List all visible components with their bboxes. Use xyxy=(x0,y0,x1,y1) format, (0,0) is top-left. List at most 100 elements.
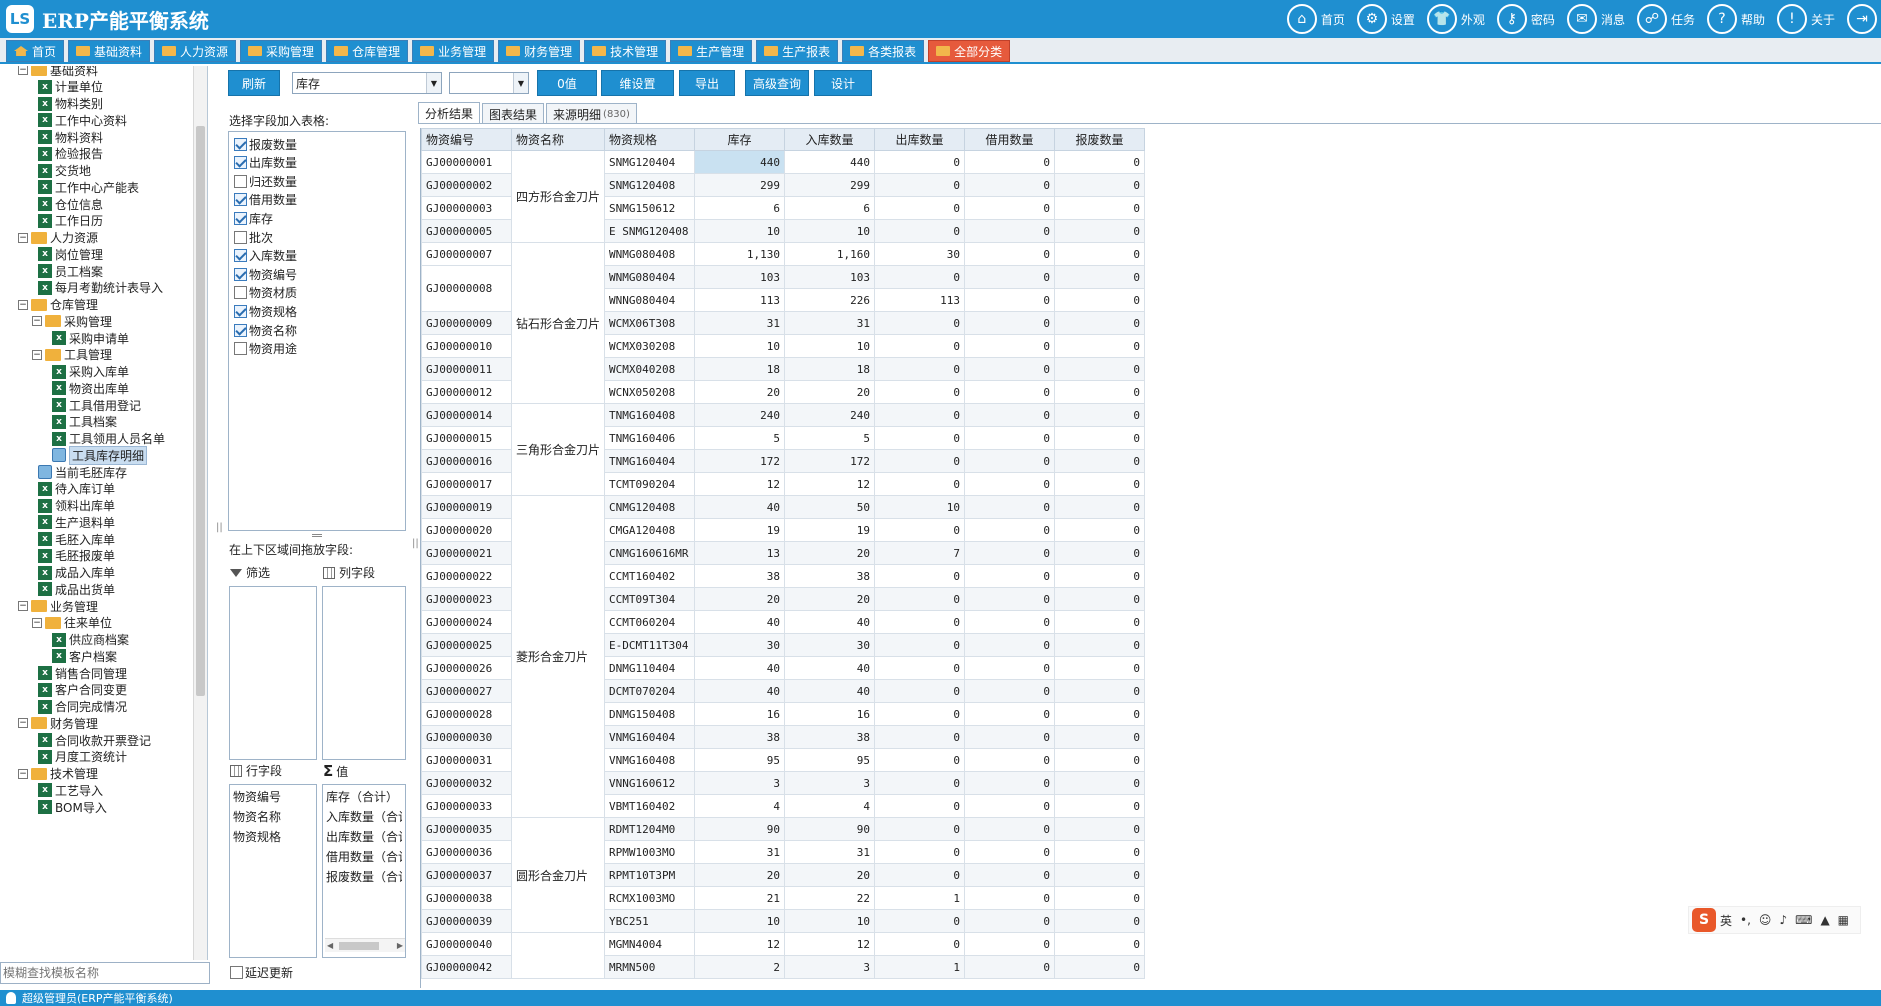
row-field-chip[interactable]: 物资名称 xyxy=(233,807,313,827)
scroll-right-icon[interactable]: ▶ xyxy=(397,939,403,953)
nav-home[interactable]: ⌂ 首页 xyxy=(1286,4,1345,34)
row-field-chip[interactable]: 物资规格 xyxy=(233,827,313,847)
collapse-toggle-icon[interactable]: − xyxy=(32,617,42,628)
nav-gear[interactable]: ⚙ 设置 xyxy=(1356,4,1415,34)
column-header[interactable]: 物资规格 xyxy=(604,128,696,151)
field-item[interactable]: 入库数量 xyxy=(234,246,297,266)
tree-scrollbar[interactable] xyxy=(193,66,207,960)
field-checkbox[interactable] xyxy=(234,267,247,281)
splitter-grip[interactable]: || xyxy=(412,538,419,549)
field-item[interactable]: 借用数量 xyxy=(234,190,297,210)
defer-update-checkbox[interactable] xyxy=(230,966,243,979)
splitter-grip[interactable]: || xyxy=(216,522,223,533)
module-tab[interactable]: 生产报表 xyxy=(756,40,839,62)
result-tab[interactable]: 分析结果 xyxy=(418,102,481,124)
module-tab[interactable]: 首页 xyxy=(6,40,65,62)
collapse-toggle-icon[interactable]: − xyxy=(18,768,28,779)
refresh-button[interactable]: 刷新 xyxy=(228,70,280,96)
column-header[interactable]: 借用数量 xyxy=(964,128,1056,151)
advanced-query-button[interactable]: 高级查询 xyxy=(745,70,809,96)
collapse-toggle-icon[interactable]: − xyxy=(18,299,28,310)
field-checkbox[interactable] xyxy=(234,304,247,318)
tree-scroll-thumb[interactable] xyxy=(196,126,205,696)
table-row[interactable]: GJ00000019 菱形合金刀片 CNMG120408 40 50 10 0 0 xyxy=(421,495,1146,818)
module-tab[interactable]: 技术管理 xyxy=(584,40,667,62)
chevron-down-icon[interactable]: ▼ xyxy=(426,73,441,93)
collapse-toggle-icon[interactable]: − xyxy=(18,232,28,243)
column-header[interactable]: 报废数量 xyxy=(1054,128,1146,151)
module-tab[interactable]: 各类报表 xyxy=(842,40,925,62)
nav-about[interactable]: ! 关于 xyxy=(1776,4,1835,34)
export-button[interactable]: 导出 xyxy=(679,70,735,96)
ime-keyboard-icon[interactable]: ⌨ xyxy=(1795,913,1812,927)
ime-skin-icon[interactable]: ▲ xyxy=(1820,913,1829,927)
dim-settings-button[interactable]: 维设置 xyxy=(601,70,674,96)
value-field-chip[interactable]: 出库数量（合计） xyxy=(326,827,402,847)
scroll-left-icon[interactable]: ◀ xyxy=(327,939,333,953)
table-row[interactable]: GJ00000035 圆形合金刀片 RDMT1204M0 90 90 0 0 0 xyxy=(421,817,1146,933)
column-header[interactable]: 库存 xyxy=(694,128,786,151)
column-header[interactable]: 入库数量 xyxy=(784,128,876,151)
field-checkbox[interactable] xyxy=(234,342,247,356)
module-tab[interactable]: 业务管理 xyxy=(412,40,495,62)
source-select[interactable]: 库存 ▼ xyxy=(292,72,442,94)
ime-tools-icon[interactable]: ▦ xyxy=(1838,913,1849,927)
tree-item[interactable]: x BOM导入 xyxy=(38,797,107,817)
field-checkbox[interactable] xyxy=(234,211,247,225)
collapse-toggle-icon[interactable]: − xyxy=(32,316,42,327)
row-field-chip[interactable]: 物资编号 xyxy=(233,787,313,807)
field-checkbox[interactable] xyxy=(234,137,247,151)
field-checkbox[interactable] xyxy=(234,174,247,188)
defer-update-toggle[interactable]: 延迟更新 xyxy=(230,964,293,981)
field-item[interactable]: 报废数量 xyxy=(234,134,297,154)
nav-help[interactable]: ? 帮助 xyxy=(1706,4,1765,34)
collapse-toggle-icon[interactable]: − xyxy=(18,66,28,75)
value-drop-zone[interactable]: 库存（合计）入库数量（合计）出库数量（合计）借用数量（合计）报废数量（合计） xyxy=(322,784,406,958)
ime-mode[interactable]: 英 xyxy=(1720,912,1732,929)
filter-drop-zone[interactable] xyxy=(229,586,317,760)
value-field-chip[interactable]: 借用数量（合计） xyxy=(326,847,402,867)
field-checkbox[interactable] xyxy=(234,249,247,263)
column-header[interactable]: 物资名称 xyxy=(510,128,606,151)
field-item[interactable]: 批次 xyxy=(234,227,273,247)
field-item[interactable]: 物资规格 xyxy=(234,301,297,321)
table-row[interactable]: GJ00000014 三角形合金刀片 TNMG160408 240 240 0 0 0 xyxy=(421,403,1146,496)
field-item[interactable]: 物资材质 xyxy=(234,283,297,303)
field-checkbox[interactable] xyxy=(234,323,247,337)
value-field-chip[interactable]: 入库数量（合计） xyxy=(326,807,402,827)
value-zone-scrollbar[interactable]: ◀ ▶ xyxy=(325,938,405,952)
table-row[interactable]: GJ00000007 钻石形合金刀片 WNMG080408 1,130 1,160 30 0… xyxy=(421,242,1146,404)
column-drop-zone[interactable] xyxy=(322,586,406,760)
field-item[interactable]: 物资名称 xyxy=(234,320,297,340)
zero-value-button[interactable]: 0值 xyxy=(537,70,597,96)
secondary-select[interactable]: ▼ xyxy=(449,72,529,94)
value-zone-scroll-thumb[interactable] xyxy=(339,942,379,950)
panel-splitter[interactable] xyxy=(312,534,322,537)
module-tab[interactable]: 仓库管理 xyxy=(326,40,409,62)
module-tab[interactable]: 基础资料 xyxy=(68,40,151,62)
value-field-chip[interactable]: 库存（合计） xyxy=(326,787,402,807)
row-drop-zone[interactable]: 物资编号 物资名称 物资规格 xyxy=(229,784,317,958)
table-row[interactable]: GJ00000001 四方形合金刀片 SNMG120404 440 440 0 0 0 xyxy=(421,150,1146,243)
ime-emoji-icon[interactable]: ☺ xyxy=(1759,913,1772,927)
ime-toolbar[interactable]: S 英 •, ☺ ♪ ⌨ ▲ ▦ xyxy=(1688,906,1862,934)
ime-voice-icon[interactable]: ♪ xyxy=(1779,913,1787,927)
field-checkbox[interactable] xyxy=(234,286,247,300)
nav-key[interactable]: ⚷ 密码 xyxy=(1496,4,1555,34)
nav-shirt[interactable]: 👕 外观 xyxy=(1426,4,1485,34)
module-tab[interactable]: 生产管理 xyxy=(670,40,753,62)
field-item[interactable]: 出库数量 xyxy=(234,153,297,173)
field-item[interactable]: 归还数量 xyxy=(234,171,297,191)
module-tab[interactable]: 人力资源 xyxy=(154,40,237,62)
field-checkbox[interactable] xyxy=(234,230,247,244)
chevron-down-icon[interactable]: ▼ xyxy=(513,73,528,93)
field-item[interactable]: 物资用途 xyxy=(234,339,297,359)
result-tab[interactable]: 来源明细 (830) xyxy=(546,103,637,124)
field-item[interactable]: 物资编号 xyxy=(234,264,297,284)
ime-punct-icon[interactable]: •, xyxy=(1740,913,1751,927)
column-header[interactable]: 物资编号 xyxy=(421,128,512,151)
nav-task[interactable]: ☍ 任务 xyxy=(1636,4,1695,34)
field-checkbox[interactable] xyxy=(234,156,247,170)
collapse-toggle-icon[interactable]: − xyxy=(18,718,28,729)
design-button[interactable]: 设计 xyxy=(814,70,872,96)
